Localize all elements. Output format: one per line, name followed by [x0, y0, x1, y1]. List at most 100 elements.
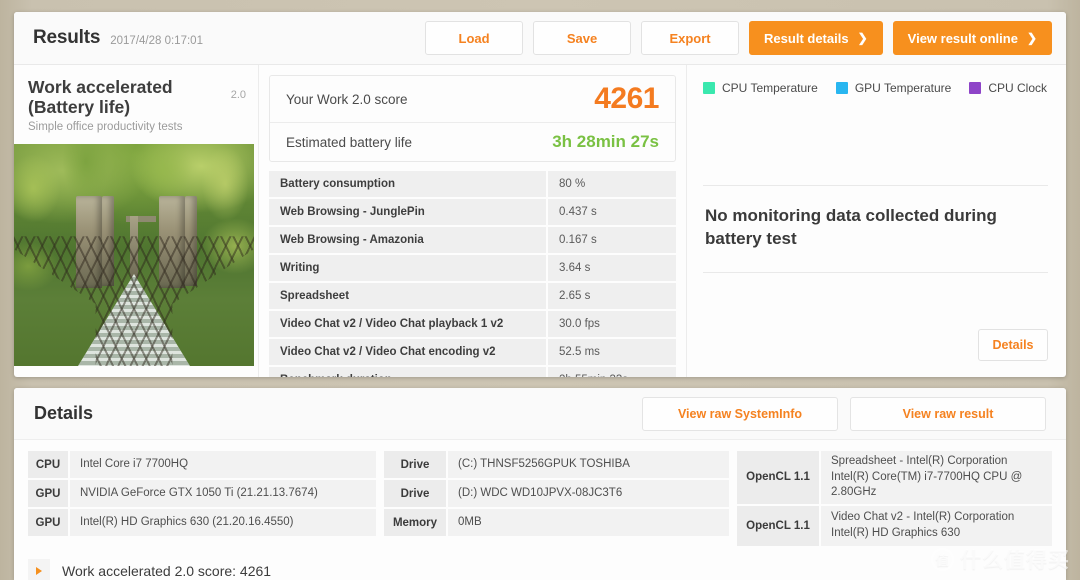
- battery-life-label: Estimated battery life: [286, 134, 413, 150]
- battery-life-row: Estimated battery life 3h 28min 27s: [270, 123, 675, 161]
- score-summary-box: Your Work 2.0 score 4261 Estimated batte…: [269, 75, 676, 162]
- chevron-right-icon: ❯: [1026, 31, 1037, 45]
- battery-life-value: 3h 28min 27s: [552, 132, 659, 151]
- result-details-button[interactable]: Result details ❯: [749, 21, 883, 55]
- system-info-column-2: Drive (C:) THNSF5256GPUK TOSHIBA Drive (…: [384, 451, 729, 546]
- legend-item-cpu-clock[interactable]: CPU Clock: [969, 81, 1047, 95]
- table-row: Battery consumption 80 %: [269, 171, 676, 197]
- export-button[interactable]: Export: [641, 21, 740, 55]
- load-button[interactable]: Load: [425, 21, 524, 55]
- metrics-table: Battery consumption 80 % Web Browsing - …: [269, 171, 676, 377]
- legend-item-cpu-temperature[interactable]: CPU Temperature: [703, 81, 818, 95]
- metric-value: 3.64 s: [548, 255, 676, 281]
- score-expand-label: Work accelerated 2.0 score: 4261: [62, 562, 272, 579]
- row-value: Spreadsheet - Intel(R) Corporation Intel…: [821, 451, 1052, 504]
- row-value: 0MB: [448, 509, 729, 536]
- benchmark-info-panel: Work accelerated (Battery life) 2.0 Simp…: [14, 65, 259, 377]
- row-value: Intel Core i7 7700HQ: [70, 451, 376, 478]
- primary-score-row: Your Work 2.0 score 4261: [270, 76, 675, 123]
- table-row: Web Browsing - JunglePin 0.437 s: [269, 199, 676, 225]
- row-key: OpenCL 1.1: [737, 505, 819, 546]
- system-info-table: CPU Intel Core i7 7700HQ GPU NVIDIA GeFo…: [14, 440, 1066, 546]
- metric-name: Spreadsheet: [269, 283, 546, 309]
- table-row: OpenCL 1.1 Video Chat v2 - Intel(R) Corp…: [737, 505, 1052, 546]
- score-label: Your Work 2.0 score: [286, 91, 408, 107]
- row-key: Memory: [384, 509, 446, 536]
- table-row: Spreadsheet 2.65 s: [269, 283, 676, 309]
- header-button-group: Load Save Export Result details ❯ View r…: [425, 21, 1052, 55]
- benchmark-description: Simple office productivity tests: [28, 121, 183, 134]
- row-key: CPU: [28, 451, 68, 478]
- metric-name: Web Browsing - Amazonia: [269, 227, 546, 253]
- metric-value: 80 %: [548, 171, 676, 197]
- metric-value: 52.5 ms: [548, 339, 676, 365]
- table-row: Benchmark duration 2h 55min 33s: [269, 367, 676, 377]
- details-card: Details View raw SystemInfo View raw res…: [14, 388, 1066, 580]
- metric-value: 2.65 s: [548, 283, 676, 309]
- benchmark-name: Work accelerated (Battery life): [28, 77, 173, 118]
- expand-triangle-icon[interactable]: [28, 558, 50, 580]
- score-panel: Your Work 2.0 score 4261 Estimated batte…: [259, 65, 687, 377]
- legend-label: CPU Clock: [988, 81, 1048, 95]
- row-value: Intel(R) HD Graphics 630 (21.20.16.4550): [70, 509, 376, 536]
- table-row: GPU NVIDIA GeForce GTX 1050 Ti (21.21.13…: [28, 480, 376, 507]
- score-expand-row[interactable]: Work accelerated 2.0 score: 4261: [28, 558, 1052, 580]
- score-value: 4261: [594, 82, 659, 115]
- benchmark-version: 2.0: [230, 89, 246, 101]
- view-result-online-button[interactable]: View result online ❯: [892, 21, 1052, 55]
- metric-name: Web Browsing - JunglePin: [269, 199, 546, 225]
- row-value: (D:) WDC WD10JPVX-08JC3T6: [448, 480, 729, 507]
- legend-swatch-icon: [969, 82, 982, 94]
- details-title: Details: [34, 403, 94, 423]
- monitoring-legend: CPU Temperature GPU Temperature CPU Cloc…: [703, 81, 1048, 95]
- row-key: Drive: [384, 480, 446, 507]
- monitoring-details-button-wrap: Details: [978, 329, 1048, 361]
- legend-item-gpu-temperature[interactable]: GPU Temperature: [835, 81, 952, 95]
- chevron-right-icon: ❯: [857, 31, 868, 45]
- table-row: OpenCL 1.1 Spreadsheet - Intel(R) Corpor…: [737, 451, 1052, 504]
- metric-name: Writing: [269, 255, 546, 281]
- metric-name: Video Chat v2 / Video Chat playback 1 v2: [269, 311, 546, 337]
- details-button-group: View raw SystemInfo View raw result: [642, 396, 1046, 431]
- row-key: OpenCL 1.1: [737, 451, 819, 504]
- row-value: Video Chat v2 - Intel(R) Corporation Int…: [821, 505, 1052, 546]
- legend-label: CPU Temperature: [722, 81, 818, 95]
- row-value: NVIDIA GeForce GTX 1050 Ti (21.21.13.767…: [70, 480, 376, 507]
- no-monitoring-data-block: No monitoring data collected during batt…: [703, 185, 1048, 273]
- legend-swatch-icon: [835, 82, 848, 94]
- metric-value: 30.0 fps: [548, 311, 676, 337]
- table-row: Web Browsing - Amazonia 0.167 s: [269, 227, 676, 253]
- metric-name: Battery consumption: [269, 171, 546, 197]
- view-raw-systeminfo-button[interactable]: View raw SystemInfo: [642, 396, 838, 431]
- monitoring-details-button[interactable]: Details: [978, 329, 1048, 361]
- table-row: Video Chat v2 / Video Chat encoding v2 5…: [269, 339, 676, 365]
- legend-label: GPU Temperature: [854, 81, 952, 95]
- benchmark-thumbnail-image: [14, 144, 254, 367]
- view-raw-result-button[interactable]: View raw result: [850, 396, 1046, 431]
- results-header: Results 2017/4/28 0:17:01 Load Save Expo…: [14, 12, 1066, 65]
- table-row: GPU Intel(R) HD Graphics 630 (21.20.16.4…: [28, 509, 376, 536]
- divider: [703, 271, 1048, 273]
- row-key: GPU: [28, 480, 68, 507]
- system-info-column-1: CPU Intel Core i7 7700HQ GPU NVIDIA GeFo…: [28, 451, 376, 546]
- table-row: Writing 3.64 s: [269, 255, 676, 281]
- result-timestamp: 2017/4/28 0:17:01: [110, 34, 203, 47]
- system-info-column-3: OpenCL 1.1 Spreadsheet - Intel(R) Corpor…: [737, 451, 1052, 546]
- metric-value: 2h 55min 33s: [548, 367, 676, 377]
- legend-swatch-icon: [703, 82, 715, 94]
- metric-value: 0.437 s: [548, 199, 676, 225]
- save-button[interactable]: Save: [533, 21, 632, 55]
- result-details-label: Result details: [764, 30, 849, 46]
- row-key: GPU: [28, 509, 68, 536]
- view-result-online-label: View result online: [907, 30, 1018, 46]
- table-row: Video Chat v2 / Video Chat playback 1 v2…: [269, 311, 676, 337]
- results-body: Work accelerated (Battery life) 2.0 Simp…: [14, 65, 1066, 377]
- page-title: Results: [33, 27, 101, 48]
- no-monitoring-data-message: No monitoring data collected during batt…: [705, 206, 997, 248]
- table-row: Memory 0MB: [384, 509, 729, 536]
- table-row: CPU Intel Core i7 7700HQ: [28, 451, 376, 478]
- metric-name: Video Chat v2 / Video Chat encoding v2: [269, 339, 546, 365]
- details-header: Details View raw SystemInfo View raw res…: [14, 388, 1066, 440]
- metric-value: 0.167 s: [548, 227, 676, 253]
- table-row: Drive (D:) WDC WD10JPVX-08JC3T6: [384, 480, 729, 507]
